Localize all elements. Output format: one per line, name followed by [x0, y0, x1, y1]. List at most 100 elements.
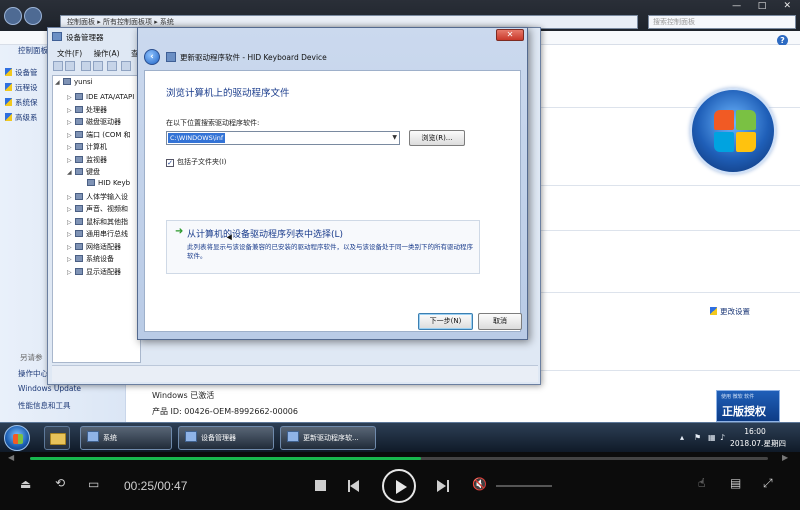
back-button[interactable] — [4, 7, 22, 25]
cancel-button[interactable]: 取消 — [478, 313, 522, 330]
tree-item[interactable]: ▷ 通用串行总线 — [67, 229, 128, 239]
next-track-button[interactable] — [437, 480, 449, 492]
green-arrow-icon: ➜ — [175, 226, 184, 237]
left-link-label: 高级系 — [15, 113, 38, 122]
change-settings-link[interactable]: 更改设置 — [710, 306, 750, 317]
left-link-protection[interactable]: 系统保 — [5, 97, 38, 108]
back-arrow-icon[interactable] — [53, 61, 63, 71]
include-subfolders-checkbox[interactable]: ✓ 包括子文件夹(I) — [166, 157, 227, 167]
left-link-performance[interactable]: 性能信息和工具 — [18, 400, 71, 411]
tree-item[interactable]: ▷ IDE ATA/ATAPI — [67, 93, 134, 101]
tree-item[interactable]: ▷ 声音、视频和 — [67, 204, 128, 214]
tree-item-label: 声音、视频和 — [86, 205, 128, 213]
clock-time[interactable]: 16:00 — [730, 427, 780, 436]
screen-cast-icon[interactable]: ▭ — [88, 477, 99, 491]
tray-volume-icon[interactable]: ♪ — [720, 433, 725, 442]
task-update-driver[interactable]: 更新驱动程序软... — [280, 426, 376, 450]
loop-icon[interactable]: ⟲ — [55, 476, 65, 490]
tray-flag-icon[interactable]: ⚑ — [694, 433, 701, 442]
keyboard-icon — [87, 179, 95, 186]
mute-icon[interactable]: 🔇 — [472, 477, 487, 491]
play-icon — [396, 480, 407, 494]
tree-item-label: 人体学输入设 — [86, 193, 128, 201]
fullscreen-icon[interactable]: ⤢ — [763, 476, 773, 491]
tree-item-label: 鼠标和其他指 — [86, 218, 128, 226]
tree-item[interactable]: ▷ 鼠标和其他指 — [67, 217, 128, 227]
device-manager-icon — [52, 32, 62, 41]
window-controls: — □ ✕ — [724, 0, 800, 12]
clock-date[interactable]: 2018.07.星期四 — [726, 438, 790, 449]
tree-item[interactable]: ◢ yunsi — [55, 78, 93, 86]
minimize-button[interactable]: — — [724, 0, 749, 12]
device-icon — [75, 255, 83, 262]
close-button[interactable]: ✕ — [775, 0, 800, 12]
explorer-pinned-button[interactable] — [44, 426, 70, 450]
dialog-close-button[interactable]: ✕ — [496, 29, 524, 41]
tray-network-icon[interactable]: ▦ — [708, 433, 716, 442]
tray-expand-icon[interactable]: ▴ — [680, 433, 684, 442]
left-link-action-center[interactable]: 操作中心 — [18, 368, 48, 379]
tree-item[interactable]: ▷ 人体学输入设 — [67, 192, 128, 202]
device-manager-title: 设备管理器 — [66, 33, 104, 42]
see-also-heading: 另请参 — [20, 353, 43, 362]
seek-back-arrow-icon[interactable]: ◀ — [8, 453, 14, 462]
playback-time: 00:25/00:47 — [124, 479, 188, 493]
menu-action[interactable]: 操作(A) — [94, 49, 120, 58]
tree-item-label: 网络适配器 — [86, 243, 121, 251]
next-button[interactable]: 下一步(N) — [418, 313, 473, 330]
tree-item[interactable]: ▷ 网络适配器 — [67, 242, 121, 252]
task-system[interactable]: 系统 — [80, 426, 172, 450]
keyboard-icon — [75, 168, 83, 175]
properties-icon[interactable] — [81, 61, 91, 71]
gesture-icon[interactable]: ☝ — [698, 476, 705, 490]
search-input[interactable]: 搜索控制面板 — [648, 15, 796, 29]
menu-file[interactable]: 文件(F) — [57, 49, 82, 58]
list-view-icon[interactable] — [107, 61, 117, 71]
playlist-icon[interactable]: ▤ — [730, 476, 741, 490]
tree-item[interactable]: ▷ 端口 (COM 和 — [67, 130, 131, 140]
tree-item[interactable]: ▷ 计算机 — [67, 142, 107, 152]
left-link-remote[interactable]: 远程设 — [5, 82, 38, 93]
checkbox-checked-icon[interactable]: ✓ — [166, 159, 174, 167]
play-button[interactable] — [382, 469, 416, 503]
tree-item[interactable]: ▷ 显示适配器 — [67, 267, 121, 277]
tree-item[interactable]: ◢ 键盘 — [67, 167, 100, 177]
forward-arrow-icon[interactable] — [65, 61, 75, 71]
dropdown-arrow-icon[interactable]: ▼ — [392, 134, 397, 141]
eject-icon[interactable]: ⏏ — [20, 477, 31, 491]
seek-forward-arrow-icon[interactable]: ▶ — [782, 453, 788, 462]
task-device-manager[interactable]: 设备管理器 — [178, 426, 274, 450]
start-button[interactable] — [4, 425, 30, 451]
device-icon — [75, 243, 83, 250]
computer-icon — [87, 431, 99, 442]
tree-item-selected[interactable]: HID Keyb — [87, 179, 130, 187]
dialog-back-button[interactable]: ‹ — [144, 49, 160, 65]
stop-button[interactable] — [315, 480, 326, 491]
forward-button[interactable] — [24, 7, 42, 25]
previous-button[interactable] — [348, 480, 360, 492]
pick-from-list-option[interactable]: ➜ 从计算机的设备驱动程序列表中选择(L) 此列表将显示与该设备兼容的已安装的驱… — [166, 220, 480, 274]
left-link-control-panel[interactable]: 控制面板 — [18, 45, 48, 56]
tree-item[interactable]: ▷ 磁盘驱动器 — [67, 117, 121, 127]
help-book-icon[interactable] — [93, 61, 103, 71]
tree-item[interactable]: ▷ 处理器 — [67, 105, 107, 115]
left-link-advanced[interactable]: 高级系 — [5, 112, 38, 123]
genuine-badge[interactable]: 使用 微软 软件 正版授权 — [716, 390, 780, 422]
tree-item[interactable]: ▷ 监视器 — [67, 155, 107, 165]
left-link-device-manager[interactable]: 设备管 — [5, 67, 38, 78]
left-link-windows-update[interactable]: Windows Update — [18, 384, 81, 393]
tree-item[interactable]: ▷ 系统设备 — [67, 254, 114, 264]
shield-icon — [5, 113, 12, 121]
pick-from-list-title: 从计算机的设备驱动程序列表中选择(L) — [187, 230, 344, 240]
browse-button[interactable]: 浏览(R)... — [409, 130, 465, 146]
driver-path-combobox[interactable]: C:\WINDOWS\inf ▼ — [166, 131, 400, 145]
device-icon — [75, 143, 83, 150]
device-icon — [75, 193, 83, 200]
maximize-button[interactable]: □ — [749, 0, 774, 12]
progress-bar[interactable] — [30, 457, 768, 460]
tree-item-label: 处理器 — [86, 106, 107, 114]
update-driver-dialog: ✕ ‹ 更新驱动程序软件 - HID Keyboard Device 浏览计算机… — [137, 27, 528, 340]
scan-icon[interactable] — [121, 61, 131, 71]
volume-slider[interactable] — [496, 485, 552, 487]
device-icon — [75, 156, 83, 163]
